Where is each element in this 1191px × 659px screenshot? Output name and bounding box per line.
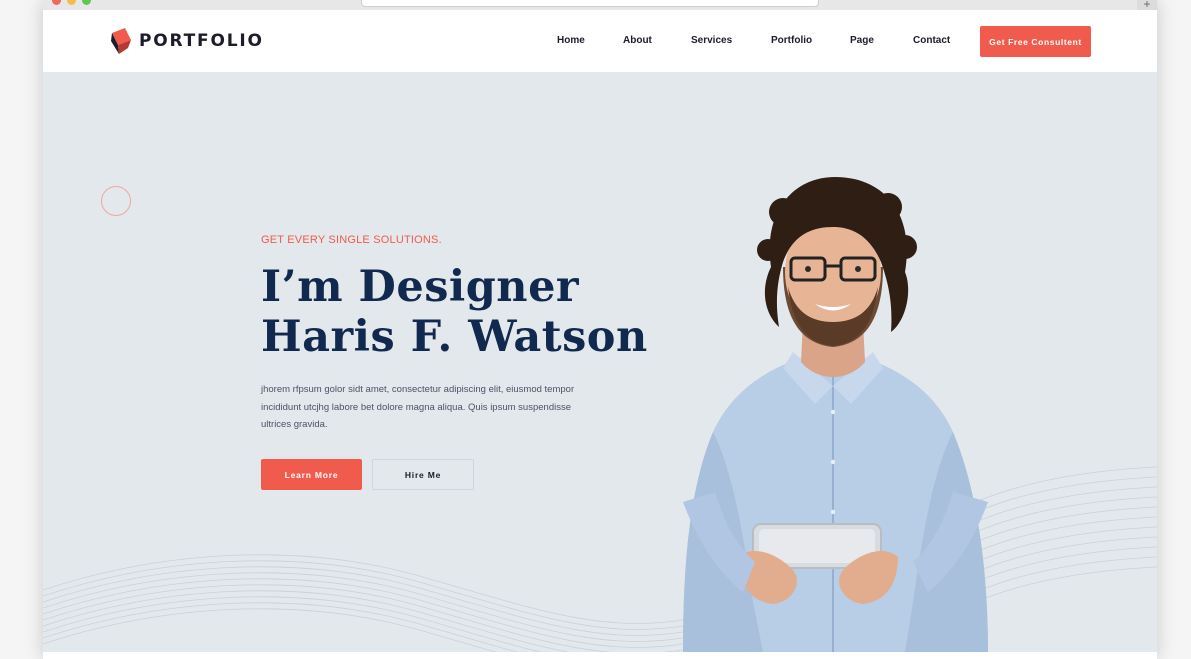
site-header: PORTFOLIO Home About Services Portfolio … (43, 10, 1157, 72)
hero-section: GET EVERY SINGLE SOLUTIONS. I’m Designer… (43, 72, 1157, 652)
site-logo[interactable]: PORTFOLIO (109, 27, 264, 55)
get-free-consultant-button[interactable]: Get Free Consultent (980, 26, 1091, 57)
maximize-window-button[interactable] (82, 0, 91, 5)
nav-page[interactable]: Page (850, 35, 874, 46)
nav-services[interactable]: Services (691, 35, 732, 46)
hire-me-button[interactable]: Hire Me (372, 459, 474, 490)
logo-cube-icon (111, 28, 131, 54)
nav-contact[interactable]: Contact (913, 35, 950, 46)
page-bottom (43, 652, 1157, 659)
nav-portfolio[interactable]: Portfolio (771, 35, 812, 46)
new-tab-button[interactable]: + (1137, 0, 1157, 10)
address-bar[interactable] (361, 0, 819, 7)
hero-tagline: GET EVERY SINGLE SOLUTIONS. (261, 234, 442, 246)
hero-heading: I’m Designer Haris F. Watson (261, 262, 648, 362)
minimize-window-button[interactable] (67, 0, 76, 5)
hero-heading-line1: I’m Designer (261, 262, 580, 312)
decorative-circle (101, 186, 131, 216)
nav-about[interactable]: About (623, 35, 652, 46)
logo-text: PORTFOLIO (139, 31, 264, 51)
nav-home[interactable]: Home (557, 35, 585, 46)
hero-description: jhorem rfpsum golor sidt amet, consectet… (261, 384, 575, 430)
learn-more-button[interactable]: Learn More (261, 459, 362, 490)
browser-window: + PORTFOLIO Home About Services Portfoli… (43, 0, 1157, 659)
designer-portrait-image (683, 177, 988, 652)
hero-heading-line2: Haris F. Watson (261, 312, 648, 362)
close-window-button[interactable] (52, 0, 61, 5)
